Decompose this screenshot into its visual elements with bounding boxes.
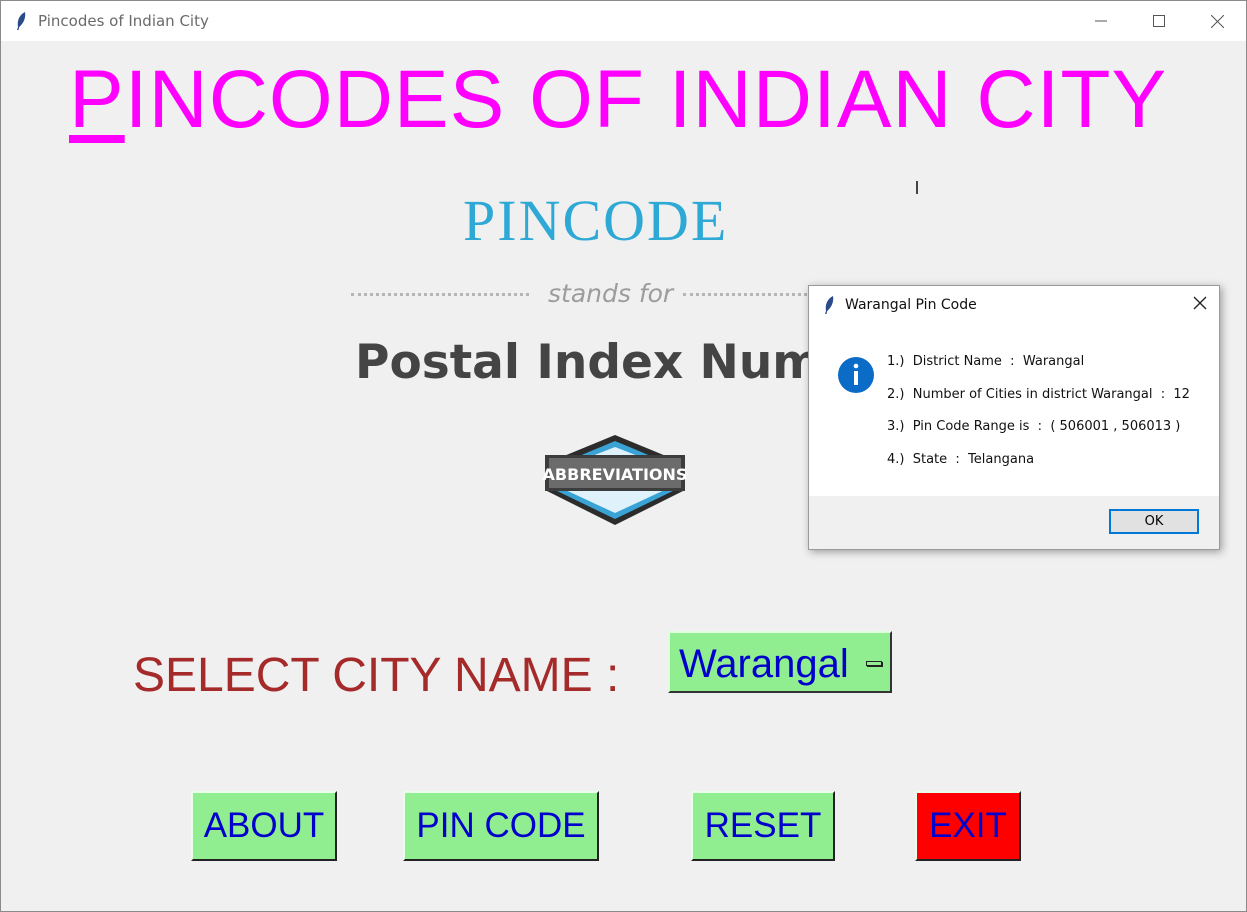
exit-button[interactable]: EXIT	[915, 791, 1021, 861]
stands-for-text: stands for	[548, 279, 674, 308]
dialog-message: 1.) District Name : Warangal 2.) Number …	[887, 354, 1190, 484]
reset-button[interactable]: RESET	[691, 791, 835, 861]
postal-index-text: Postal Index Numb	[355, 335, 855, 390]
page-title: PINCODES OF INDIAN CITY	[69, 59, 1167, 141]
pin-code-button[interactable]: PIN CODE	[403, 791, 599, 861]
stands-for-divider: stands for	[351, 279, 831, 309]
ok-button[interactable]: OK	[1109, 509, 1199, 534]
minimize-button[interactable]	[1072, 1, 1130, 41]
dialog-line: 4.) State : Telangana	[887, 451, 1035, 467]
feather-icon	[15, 11, 27, 36]
page-title-first-letter: P	[69, 54, 125, 145]
city-dropdown[interactable]: Warangal	[668, 631, 892, 693]
dialog-line: 2.) Number of Cities in district Waranga…	[887, 386, 1190, 402]
select-city-label: SELECT CITY NAME :	[133, 649, 620, 702]
dialog-line: 1.) District Name : Warangal	[887, 354, 1085, 369]
dialog-close-icon[interactable]	[1193, 296, 1207, 315]
pin-code-dialog: Warangal Pin Code 1.) District Name : Wa…	[808, 285, 1220, 550]
page-title-rest: INCODES OF INDIAN CITY	[124, 54, 1168, 145]
badge-text: ABBREVIATIONS	[543, 465, 688, 484]
dialog-line: 3.) Pin Code Range is : ( 506001 , 50601…	[887, 419, 1181, 434]
title-bar: Pincodes of Indian City	[1, 1, 1246, 41]
pincode-logo-text: PINCODE	[463, 188, 729, 253]
window-title: Pincodes of Indian City	[38, 12, 209, 30]
abbreviations-badge: ABBREVIATIONS	[541, 429, 689, 534]
text-cursor-mark	[916, 181, 918, 194]
dialog-footer: OK	[809, 496, 1219, 549]
city-dropdown-value: Warangal	[679, 642, 849, 686]
dropdown-indicator-icon	[866, 661, 882, 666]
feather-icon	[823, 295, 835, 320]
maximize-button[interactable]	[1130, 1, 1188, 41]
about-button[interactable]: ABOUT	[191, 791, 337, 861]
dialog-title: Warangal Pin Code	[845, 297, 977, 313]
info-icon	[837, 356, 875, 399]
dotted-line-left	[351, 293, 529, 296]
close-button[interactable]	[1188, 1, 1246, 41]
